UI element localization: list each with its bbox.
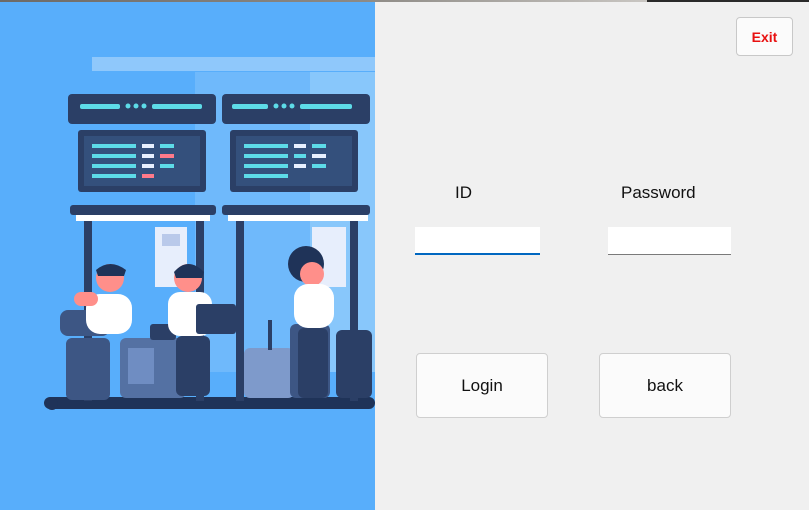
airport-kiosk-illustration bbox=[0, 2, 375, 510]
id-label: ID bbox=[455, 183, 472, 202]
password-label: Password bbox=[621, 183, 696, 202]
login-button[interactable]: Login bbox=[416, 353, 548, 418]
login-window: Exit ID Password Login back bbox=[0, 0, 809, 510]
id-input[interactable] bbox=[415, 227, 540, 255]
login-panel bbox=[375, 2, 809, 510]
exit-button[interactable]: Exit bbox=[736, 17, 793, 56]
back-button[interactable]: back bbox=[599, 353, 731, 418]
password-input[interactable] bbox=[608, 227, 731, 255]
